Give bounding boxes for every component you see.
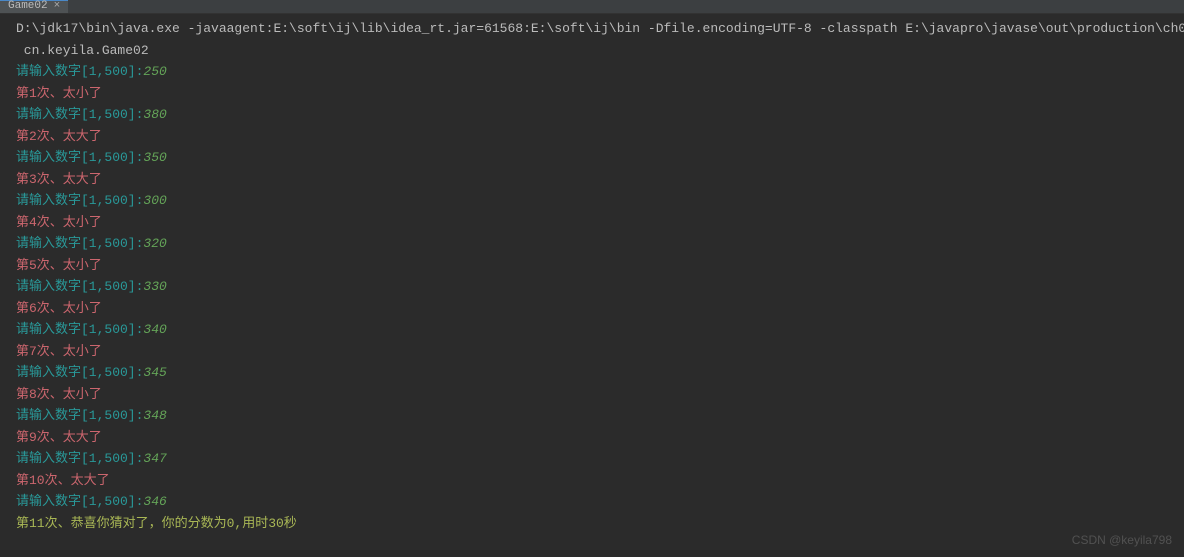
user-input: 300 xyxy=(143,193,166,208)
final-result-line: 第11次、恭喜你猜对了，你的分数为0,用时30秒 xyxy=(16,513,1176,535)
tab-bar: Game02 × xyxy=(0,0,1184,14)
user-input: 348 xyxy=(143,408,166,423)
user-input: 250 xyxy=(143,64,166,79)
prompt-line: 请输入数字[1,500]:347 xyxy=(16,448,1176,470)
prompt-label: 请输入数字[1,500]: xyxy=(16,107,143,122)
user-input: 345 xyxy=(143,365,166,380)
prompt-label: 请输入数字[1,500]: xyxy=(16,322,143,337)
tab-game02[interactable]: Game02 × xyxy=(0,0,68,13)
result-line: 第1次、太小了 xyxy=(16,83,1176,105)
prompt-label: 请输入数字[1,500]: xyxy=(16,150,143,165)
prompt-line: 请输入数字[1,500]:345 xyxy=(16,362,1176,384)
result-line: 第5次、太小了 xyxy=(16,255,1176,277)
console-output[interactable]: D:\jdk17\bin\java.exe -javaagent:E:\soft… xyxy=(0,14,1184,538)
prompt-label: 请输入数字[1,500]: xyxy=(16,365,143,380)
prompt-label: 请输入数字[1,500]: xyxy=(16,408,143,423)
result-line: 第6次、太小了 xyxy=(16,298,1176,320)
result-line: 第8次、太小了 xyxy=(16,384,1176,406)
result-line: 第4次、太小了 xyxy=(16,212,1176,234)
command-line-1: D:\jdk17\bin\java.exe -javaagent:E:\soft… xyxy=(16,18,1176,40)
prompt-label: 请输入数字[1,500]: xyxy=(16,279,143,294)
user-input: 346 xyxy=(143,494,166,509)
watermark: CSDN @keyila798 xyxy=(1072,530,1172,552)
user-input: 350 xyxy=(143,150,166,165)
prompt-label: 请输入数字[1,500]: xyxy=(16,236,143,251)
prompt-label: 请输入数字[1,500]: xyxy=(16,193,143,208)
prompt-label: 请输入数字[1,500]: xyxy=(16,451,143,466)
user-input: 320 xyxy=(143,236,166,251)
close-icon[interactable]: × xyxy=(54,0,61,17)
prompt-line: 请输入数字[1,500]:330 xyxy=(16,276,1176,298)
prompt-line: 请输入数字[1,500]:380 xyxy=(16,104,1176,126)
tab-label: Game02 xyxy=(8,0,48,17)
result-line: 第2次、太大了 xyxy=(16,126,1176,148)
user-input: 347 xyxy=(143,451,166,466)
prompt-line: 请输入数字[1,500]:350 xyxy=(16,147,1176,169)
prompt-line: 请输入数字[1,500]:340 xyxy=(16,319,1176,341)
prompt-label: 请输入数字[1,500]: xyxy=(16,494,143,509)
prompt-line: 请输入数字[1,500]:250 xyxy=(16,61,1176,83)
user-input: 330 xyxy=(143,279,166,294)
prompt-line: 请输入数字[1,500]:348 xyxy=(16,405,1176,427)
command-line-2: cn.keyila.Game02 xyxy=(16,40,1176,62)
prompt-label: 请输入数字[1,500]: xyxy=(16,64,143,79)
result-line: 第7次、太小了 xyxy=(16,341,1176,363)
user-input: 380 xyxy=(143,107,166,122)
final-prompt-line: 请输入数字[1,500]:346 xyxy=(16,491,1176,513)
user-input: 340 xyxy=(143,322,166,337)
result-line: 第9次、太大了 xyxy=(16,427,1176,449)
result-line: 第10次、太大了 xyxy=(16,470,1176,492)
prompt-line: 请输入数字[1,500]:320 xyxy=(16,233,1176,255)
result-line: 第3次、太大了 xyxy=(16,169,1176,191)
prompt-line: 请输入数字[1,500]:300 xyxy=(16,190,1176,212)
